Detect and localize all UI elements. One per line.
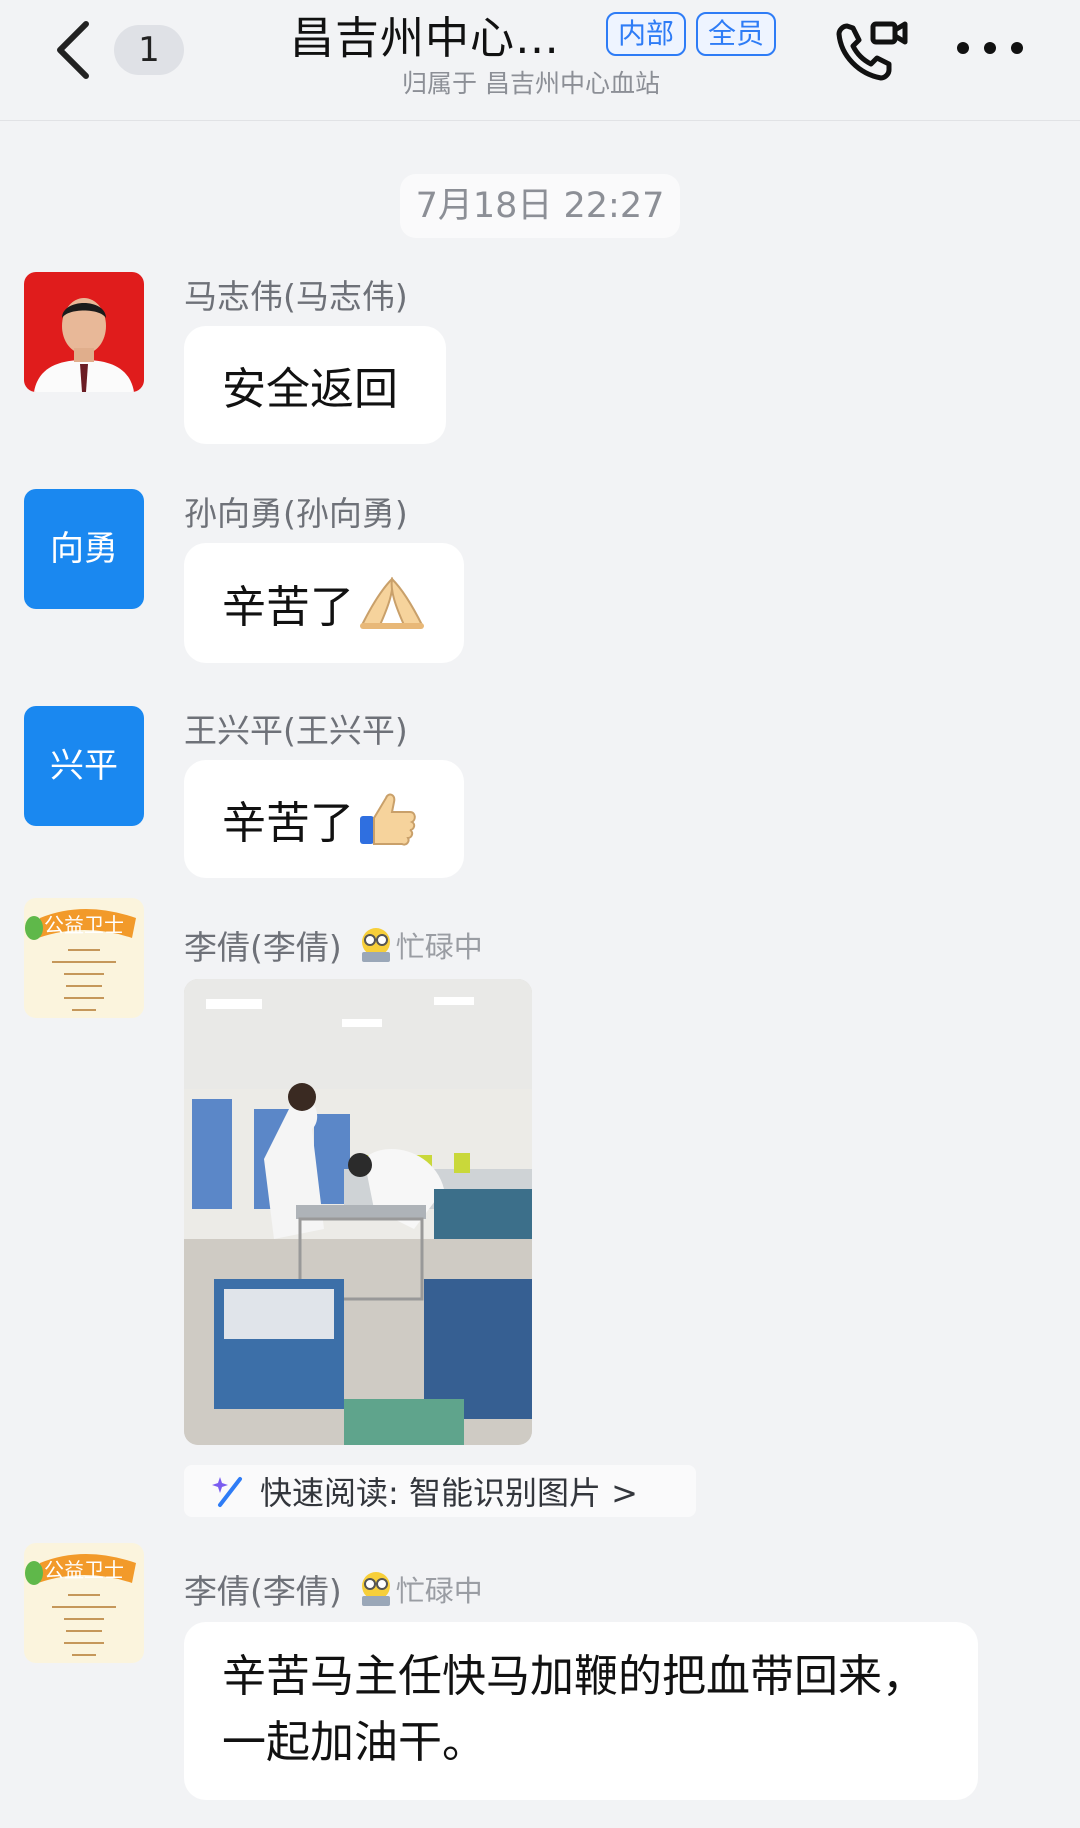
title-row[interactable]: 昌吉州中心… 内部 全员	[290, 4, 777, 64]
avatar-wang-xingping[interactable]: 兴平	[24, 706, 144, 826]
busy-status: 忙碌中	[356, 1568, 483, 1610]
status-text: 忙碌中	[395, 930, 483, 964]
avatar-caption: 公益卫士	[44, 1558, 124, 1582]
sender-name: 马志伟(马志伟)	[184, 277, 408, 316]
sender-name: 孙向勇(孙向勇)	[184, 494, 408, 533]
more-button[interactable]	[955, 28, 1025, 68]
avatar-li-qian[interactable]: 公益卫士	[24, 898, 144, 1018]
person-photo-avatar	[24, 272, 144, 392]
busy-status: 忙碌中	[356, 924, 483, 966]
quick-read-button[interactable]: 快速阅读: 智能识别图片 >	[184, 1465, 696, 1517]
avatar-ma-zhiwei[interactable]	[24, 272, 144, 392]
message-bubble[interactable]: 辛苦了	[184, 760, 464, 878]
back-button[interactable]	[48, 18, 98, 82]
image-message[interactable]	[184, 979, 532, 1445]
avatar-li-qian[interactable]: 公益卫士	[24, 1543, 144, 1663]
message-text: 辛苦马主任快马加鞭的把血带回来，一起加油干。	[222, 1651, 926, 1768]
tag-internal: 内部	[606, 12, 687, 56]
chat-title: 昌吉州中心…	[290, 13, 560, 64]
chat-subtitle: 归属于 昌吉州中心血站	[402, 69, 660, 98]
sender-name: 李倩(李倩)	[184, 928, 342, 967]
message-text: 辛苦了	[222, 798, 354, 849]
sender-row: 李倩(李倩) 忙碌中	[184, 1565, 483, 1613]
sender-name: 李倩(李倩)	[184, 1572, 342, 1611]
more-dots-icon	[957, 42, 1023, 54]
public-welfare-guard-avatar: 公益卫士	[24, 898, 144, 1018]
chat-header: 1 昌吉州中心… 内部 全员 归属于 昌吉州中心血站	[0, 0, 1080, 121]
message-bubble[interactable]: 辛苦了	[184, 543, 464, 663]
message-bubble[interactable]: 安全返回	[184, 326, 446, 444]
tag-all-members: 全员	[696, 12, 777, 56]
avatar-caption: 公益卫士	[44, 913, 124, 937]
message-text: 辛苦了	[222, 582, 354, 633]
sender-name: 王兴平(王兴平)	[184, 711, 408, 750]
thumbs-up-emoji	[360, 793, 416, 846]
unread-count-badge[interactable]: 1	[114, 25, 184, 75]
sender-row: 李倩(李倩) 忙碌中	[184, 921, 483, 969]
chevron-left-icon	[57, 21, 89, 79]
avatar-sun-xiangyong[interactable]: 向勇	[24, 489, 144, 609]
public-welfare-guard-avatar: 公益卫士	[24, 1543, 144, 1663]
busy-status-icon	[361, 928, 390, 962]
message-bubble[interactable]: 辛苦马主任快马加鞭的把血带回来，一起加油干。	[184, 1622, 978, 1800]
magic-wand-icon	[212, 1477, 242, 1507]
folded-hands-emoji	[360, 576, 424, 629]
status-text: 忙碌中	[395, 1574, 483, 1608]
video-call-icon	[836, 21, 908, 81]
message-text: 安全返回	[222, 364, 398, 415]
chat-timestamp: 7月18日 22:27	[400, 174, 680, 238]
blood-station-photo	[184, 979, 532, 1445]
video-call-button[interactable]	[833, 16, 909, 84]
busy-status-icon	[361, 1572, 390, 1606]
quick-read-text: 快速阅读: 智能识别图片 >	[260, 1474, 638, 1512]
